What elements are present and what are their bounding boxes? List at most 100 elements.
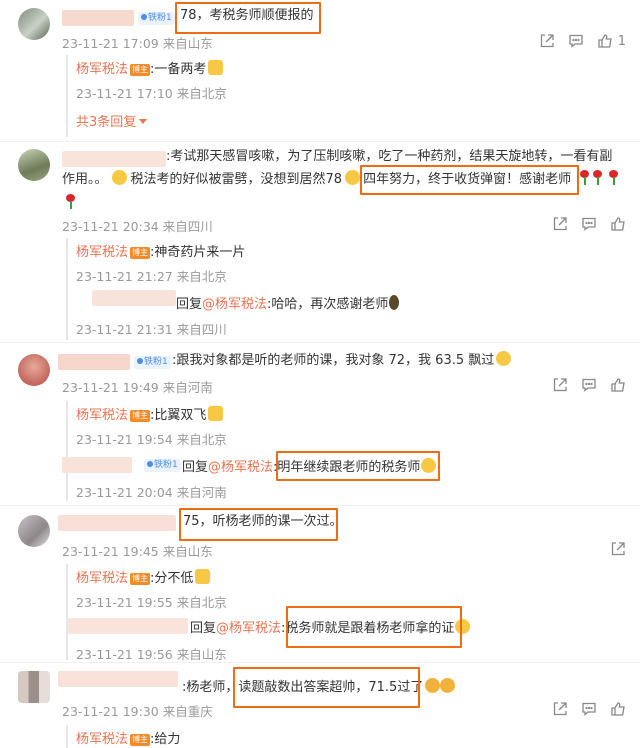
highlight-box (286, 606, 462, 648)
reply-item: 杨军税法 博主:分不低 (76, 567, 211, 586)
highlight-box (276, 451, 440, 481)
reply-thread: 杨军税法 博主:神奇药片来一片 23-11-21 21:27 来自北京 回复@杨军… (66, 238, 626, 340)
share-icon[interactable] (552, 701, 568, 717)
comment-actions: 1 (539, 33, 626, 49)
divider (0, 505, 640, 506)
thumbs-up-icon[interactable] (597, 33, 613, 49)
blogger-name[interactable]: 杨军税法 (76, 245, 128, 260)
caret-down-icon (139, 119, 148, 124)
comment-actions (552, 216, 626, 232)
reply-item: 杨军税法 博主:比翼双飞 (76, 404, 224, 423)
blogger-name[interactable]: 杨军税法 (76, 732, 128, 747)
divider (0, 342, 640, 343)
reply-text: :分不低 (150, 571, 194, 586)
username-blurred[interactable] (62, 151, 166, 167)
reply-item: 杨军税法 博主:给力 (76, 728, 180, 747)
comment-meta: 23-11-21 20:34 来自四川 (62, 219, 213, 234)
mention-link[interactable]: @杨军税法 (202, 297, 267, 312)
thumbs-emoji-icon (208, 60, 224, 75)
divider (0, 662, 640, 663)
torch-emoji-icon (389, 295, 400, 310)
username-blurred[interactable] (92, 290, 176, 306)
rose-emoji-icon (592, 170, 603, 185)
laugh-emoji-icon (111, 170, 127, 185)
avatar[interactable] (18, 149, 50, 181)
avatar[interactable] (18, 671, 50, 703)
reply-meta: 23-11-21 17:10 来自北京 (76, 86, 227, 101)
fan-badge: 铁粉1 (134, 356, 171, 369)
rose-emoji-icon (579, 170, 590, 185)
blogger-name[interactable]: 杨军税法 (76, 571, 128, 586)
comment-icon[interactable] (581, 216, 597, 232)
comment-meta: 23-11-21 19:45 来自山东 (62, 544, 213, 559)
like-count: 1 (617, 33, 626, 49)
share-icon[interactable] (610, 541, 626, 557)
blogger-badge: 博主 (130, 410, 151, 422)
reply-thread: 杨军税法 博主:分不低 23-11-21 19:55 来自北京 回复@杨军税法:税… (66, 564, 626, 662)
fan-badge: 铁粉1 (144, 459, 181, 472)
username-blurred[interactable] (58, 515, 176, 531)
reply-text: :给力 (150, 732, 181, 747)
reply-text: :神奇药片来一片 (150, 245, 246, 260)
blogger-badge: 博主 (130, 247, 151, 259)
username-blurred[interactable] (62, 457, 132, 473)
grin-emoji-icon (496, 351, 512, 366)
comment-icon[interactable] (568, 33, 584, 49)
avatar[interactable] (18, 515, 50, 547)
mention-link[interactable]: @杨军税法 (208, 460, 273, 475)
comment-actions (610, 541, 626, 557)
reply-text: :比翼双飞 (150, 408, 207, 423)
comment-meta: 23-11-21 17:09 来自山东 (62, 36, 213, 51)
comment-meta: 23-11-21 19:49 来自河南 (62, 380, 213, 395)
thumbs-up-icon[interactable] (610, 701, 626, 717)
avatar[interactable] (18, 354, 50, 386)
username-blurred[interactable] (58, 671, 178, 687)
reply-item: 杨军税法 博主:一备两考 (76, 58, 224, 77)
reply-meta: 23-11-21 19:56 来自山东 (76, 647, 227, 662)
reply-text: :一备两考 (150, 62, 207, 77)
comment-actions (552, 701, 626, 717)
reply-thread: 杨军税法 博主:一备两考 23-11-21 17:10 来自北京 共3条回复 (66, 55, 626, 137)
blogger-badge: 博主 (130, 64, 151, 76)
thumbs-emoji-icon (195, 569, 211, 584)
fan-badge: 铁粉1 (138, 12, 175, 25)
username-blurred[interactable] (62, 10, 134, 26)
divider (0, 141, 640, 142)
reply-meta: 23-11-21 20:04 来自河南 (76, 485, 227, 500)
reply-thread: 杨军税法 博主:给力 (66, 725, 626, 748)
share-icon[interactable] (552, 216, 568, 232)
rose-emoji-icon (608, 170, 619, 185)
share-icon[interactable] (552, 377, 568, 393)
cry-emoji-icon (345, 170, 361, 185)
reply-item: 杨军税法 博主:神奇药片来一片 (76, 241, 245, 260)
reply-item: 回复@杨军税法:哈哈，再次感谢老师 (176, 293, 400, 312)
highlight-box (233, 667, 420, 708)
username-blurred[interactable] (68, 618, 188, 634)
thumbs-emoji-icon (208, 406, 224, 421)
comment-actions (552, 377, 626, 393)
blogger-name[interactable]: 杨军税法 (76, 408, 128, 423)
comment-meta: 23-11-21 19:30 来自重庆 (62, 704, 213, 719)
rose-emoji-icon (65, 194, 76, 209)
reply-thread: 杨军税法 博主:比翼双飞 23-11-21 19:54 来自北京 铁粉1 回复@杨… (62, 401, 626, 501)
share-icon[interactable] (539, 33, 555, 49)
mention-link[interactable]: @杨军税法 (216, 621, 281, 636)
comment-icon[interactable] (581, 377, 597, 393)
comment-icon[interactable] (581, 701, 597, 717)
reply-meta: 23-11-21 21:27 来自北京 (76, 269, 227, 284)
reply-meta: 23-11-21 21:31 来自四川 (76, 322, 227, 337)
more-replies-link[interactable]: 共3条回复 (76, 111, 148, 130)
username-blurred[interactable] (58, 354, 130, 370)
blogger-badge: 博主 (130, 734, 151, 746)
thumbs-up-icon[interactable] (610, 216, 626, 232)
avatar[interactable] (18, 8, 50, 40)
reply-meta: 23-11-21 19:55 来自北京 (76, 595, 227, 610)
comment-text: :跟我对象都是听的老师的课，我对象 72，我 63.5 飘过 (172, 350, 512, 372)
reply-text: :哈哈，再次感谢老师 (267, 297, 389, 312)
blogger-name[interactable]: 杨军税法 (76, 62, 128, 77)
thumbs-up-icon[interactable] (610, 377, 626, 393)
highlight-box (360, 165, 579, 195)
reply-meta: 23-11-21 19:54 来自北京 (76, 432, 227, 447)
shock-emoji-icon (425, 678, 441, 693)
highlight-box (179, 508, 338, 541)
